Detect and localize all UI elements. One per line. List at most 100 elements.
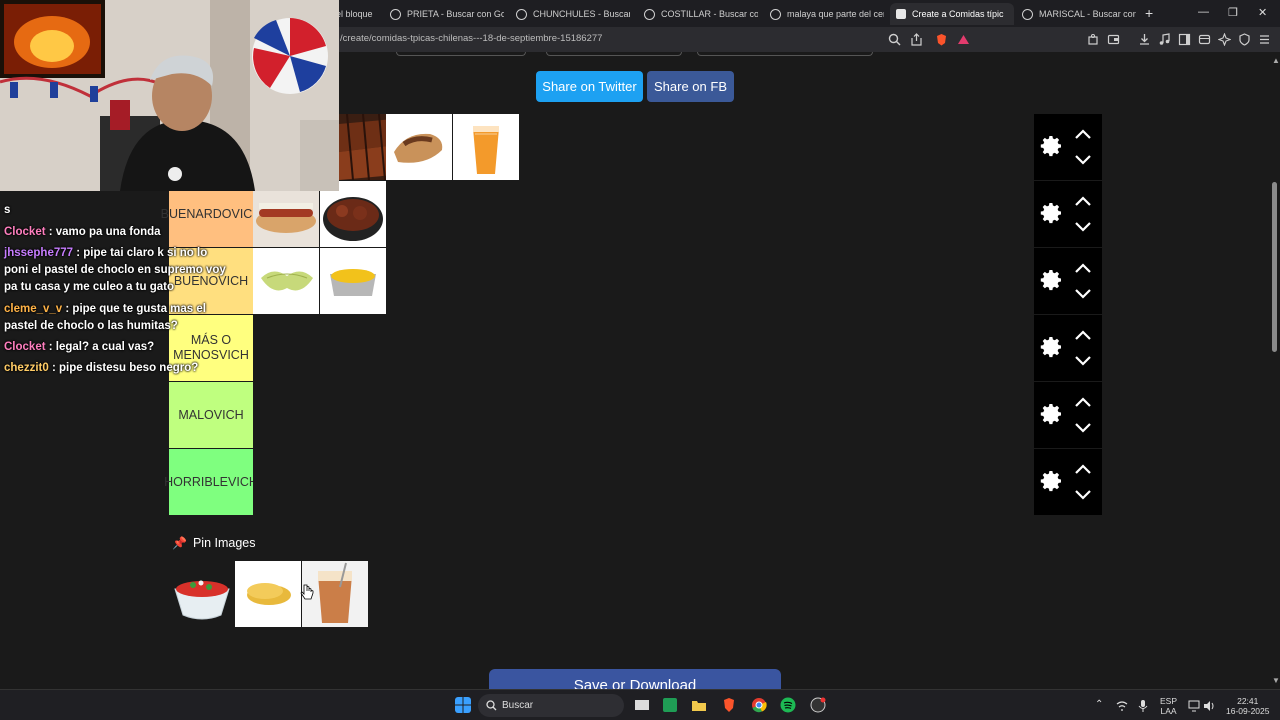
tier-label[interactable]: MALOVICH [169, 382, 253, 448]
food-tile-humitas[interactable] [253, 248, 319, 314]
chevron-down-icon[interactable] [1074, 221, 1092, 233]
keyboard-layout: LAA [1160, 706, 1177, 716]
close-window-button[interactable]: ✕ [1258, 6, 1267, 19]
scroll-down-arrow-icon[interactable]: ▼ [1272, 676, 1280, 685]
tier-items[interactable] [253, 181, 1034, 247]
zoom-icon[interactable] [888, 33, 901, 46]
tier-label[interactable]: HORRIBLEVICH [164, 449, 258, 515]
scrollbar-thumb[interactable] [1272, 182, 1277, 352]
url-field[interactable]: /create/comidas-tpicas-chilenas---18-de-… [340, 33, 602, 44]
brave-shield-icon[interactable] [935, 33, 948, 46]
tab-title: Create a Comidas típic [912, 9, 1004, 19]
wallet-card-icon[interactable] [1198, 33, 1211, 46]
sidebar-icon[interactable] [1178, 33, 1191, 46]
chevron-down-icon[interactable] [1074, 154, 1092, 166]
share-twitter-button[interactable]: Share on Twitter [536, 71, 643, 102]
tier-controls [1034, 181, 1102, 247]
chat-username: cleme_v_v [4, 303, 63, 315]
vpn-shield-icon[interactable] [1238, 33, 1251, 46]
tier-items[interactable] [253, 114, 1034, 180]
file-explorer-icon[interactable] [691, 697, 707, 713]
tray-chevron-up-icon[interactable]: ⌃ [1095, 700, 1103, 710]
language-indicator[interactable]: ESP LAA [1160, 696, 1177, 716]
chevron-down-icon[interactable] [1074, 288, 1092, 300]
chat-username: Clocket [4, 341, 46, 353]
chat-message: Clocket : vamo pa una fonda [4, 224, 234, 241]
tier-row-malovich: MALOVICH [169, 382, 1102, 448]
gear-icon[interactable] [1040, 201, 1064, 225]
chat-message: jhssephe777 : pipe tai claro k si no lo … [4, 245, 234, 296]
chat-text: s [4, 204, 11, 216]
gear-icon[interactable] [1040, 268, 1064, 292]
tab-costillar[interactable]: COSTILLAR - Buscar con G [638, 3, 758, 25]
display-icon[interactable] [1188, 700, 1200, 712]
tab-create-comidas[interactable]: Create a Comidas típic ✕ [890, 3, 1014, 25]
share-facebook-button[interactable]: Share on FB [647, 71, 734, 102]
menu-icon[interactable] [1258, 33, 1271, 46]
taskbar-search[interactable]: Buscar [478, 694, 624, 717]
music-icon[interactable] [1158, 33, 1171, 46]
gear-icon[interactable] [1040, 469, 1064, 493]
food-tile-pebre[interactable] [169, 561, 235, 627]
chevron-up-icon[interactable] [1074, 329, 1092, 341]
new-tab-button[interactable]: + [1145, 5, 1153, 21]
tab-mariscal[interactable]: MARISCAL - Buscar con G [1016, 3, 1136, 25]
wallet-icon[interactable] [1107, 33, 1120, 46]
clock-date: 16-09-2025 [1226, 706, 1270, 716]
download-icon[interactable] [1138, 33, 1151, 46]
tier-row-buenovich: BUENOVICH [169, 248, 1102, 314]
chevron-down-icon[interactable] [1074, 422, 1092, 434]
tab-malaya[interactable]: malaya que parte del cerd [764, 3, 884, 25]
tier-controls [1034, 449, 1102, 515]
restore-button[interactable]: ❐ [1228, 6, 1238, 19]
food-tile-chicha-drink[interactable] [453, 114, 519, 180]
obs-icon[interactable] [810, 697, 826, 713]
page-scrollbar[interactable]: ▲ ▼ [1270, 52, 1280, 689]
tier-controls [1034, 382, 1102, 448]
tier-items[interactable] [253, 449, 1034, 515]
tab-prieta[interactable]: PRIETA - Buscar con Goog [384, 3, 504, 25]
spotify-icon[interactable] [780, 697, 796, 713]
share-page-icon[interactable] [910, 33, 923, 46]
chevron-up-icon[interactable] [1074, 463, 1092, 475]
tier-items[interactable] [253, 315, 1034, 381]
chevron-up-icon[interactable] [1074, 396, 1092, 408]
task-view-icon[interactable] [634, 697, 650, 713]
volume-icon[interactable] [1203, 700, 1215, 712]
chevron-down-icon[interactable] [1074, 489, 1092, 501]
chat-text: : pipe distesu beso negro? [48, 362, 199, 374]
brave-rewards-icon[interactable] [957, 33, 970, 46]
chat-text: : vamo pa una fonda [45, 226, 161, 238]
clock[interactable]: 22:41 16-09-2025 [1226, 696, 1269, 716]
chevron-up-icon[interactable] [1074, 195, 1092, 207]
microphone-icon[interactable] [1138, 700, 1148, 712]
food-tile-sandwich[interactable] [386, 114, 452, 180]
tiermaker-favicon-icon [896, 9, 906, 19]
food-tile-pastel-de-choclo[interactable] [320, 248, 386, 314]
gear-icon[interactable] [1040, 134, 1064, 158]
leo-ai-icon[interactable] [1217, 32, 1232, 47]
windows-start-icon[interactable] [455, 697, 471, 713]
tier-items[interactable] [253, 382, 1034, 448]
tab-chunchules[interactable]: CHUNCHULES - Buscar co [510, 3, 630, 25]
tier-items[interactable] [253, 248, 1034, 314]
gear-icon[interactable] [1040, 402, 1064, 426]
tab-title: MARISCAL - Buscar con G [1039, 9, 1136, 19]
brave-browser-icon[interactable] [721, 697, 737, 713]
top-dropdown-stub [396, 52, 526, 56]
chevron-up-icon[interactable] [1074, 128, 1092, 140]
minimize-button[interactable]: — [1198, 6, 1209, 18]
network-icon[interactable] [1116, 700, 1128, 712]
save-download-button[interactable]: Save or Download [489, 669, 781, 689]
chat-message: chezzit0 : pipe distesu beso negro? [4, 360, 234, 377]
chrome-icon[interactable] [751, 697, 767, 713]
gear-icon[interactable] [1040, 335, 1064, 359]
pin-images-heading: 📌 Pin Images [172, 536, 255, 550]
chevron-up-icon[interactable] [1074, 262, 1092, 274]
food-tile-sopaipillas[interactable] [235, 561, 301, 627]
sheets-app-icon[interactable] [662, 697, 678, 713]
extensions-icon[interactable] [1087, 33, 1100, 46]
scroll-up-arrow-icon[interactable]: ▲ [1272, 56, 1280, 65]
chat-message: Clocket : legal? a cual vas? [4, 339, 234, 356]
chevron-down-icon[interactable] [1074, 355, 1092, 367]
